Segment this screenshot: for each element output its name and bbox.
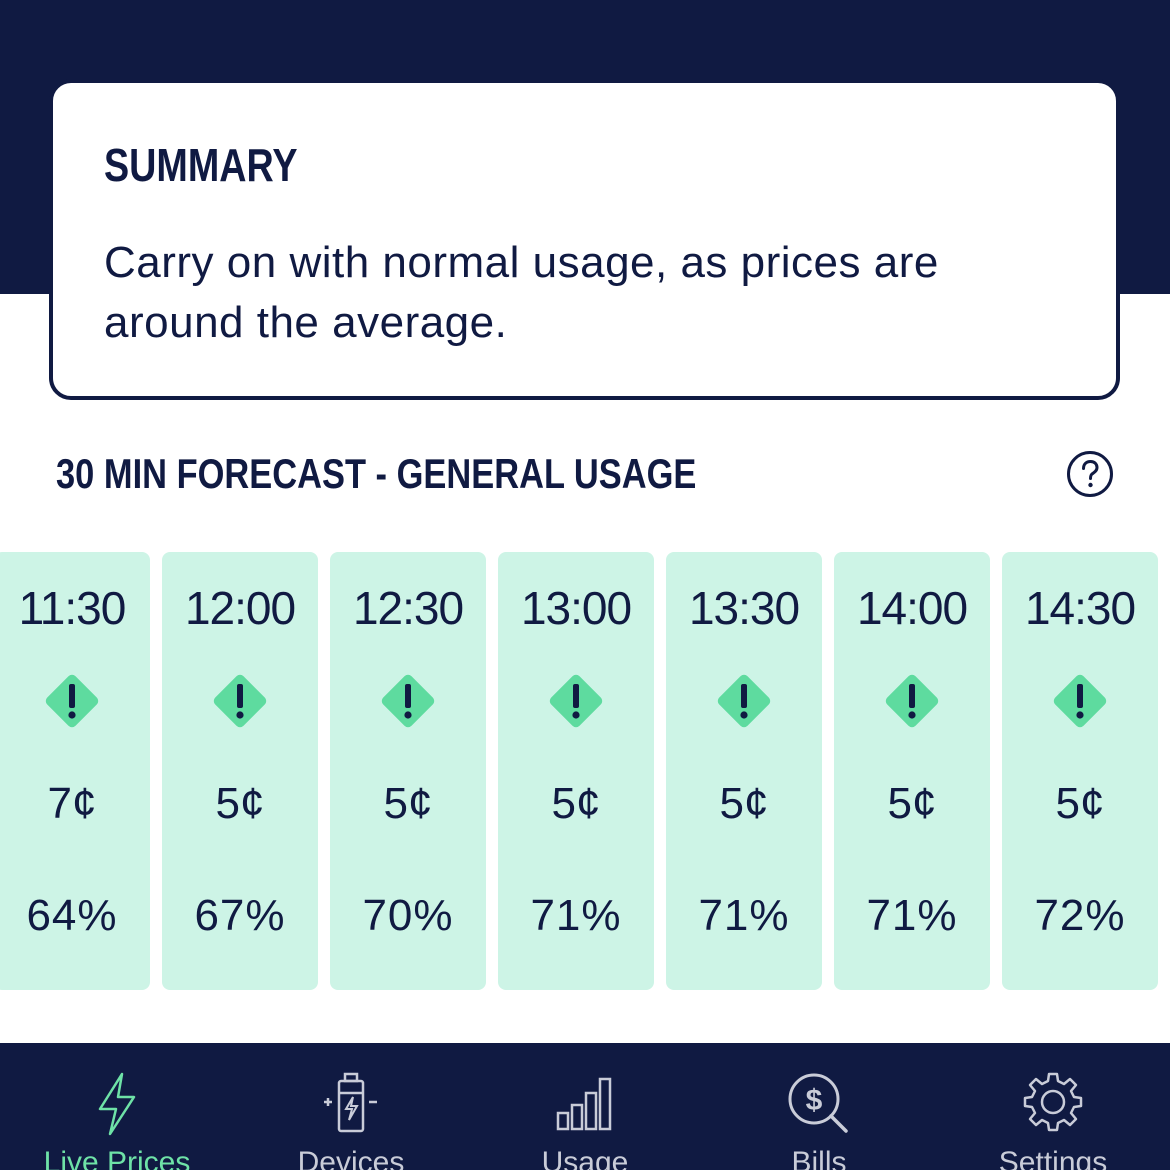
summary-text: Carry on with normal usage, as prices ar… <box>104 238 939 347</box>
forecast-heading: 30 MIN FORECAST - GENERAL USAGE <box>56 450 697 497</box>
tab-settings[interactable]: Settings <box>936 1043 1170 1170</box>
tab-live-prices[interactable]: Live Prices <box>0 1043 234 1170</box>
summary-title: SUMMARY <box>104 139 298 191</box>
gear-icon <box>1023 1072 1083 1132</box>
bar-chart-icon <box>556 1077 612 1131</box>
forecast-time: 12:00 <box>184 582 296 634</box>
tab-label: Settings <box>998 1146 1108 1170</box>
warning-diamond-icon <box>549 674 603 728</box>
forecast-price: 5¢ <box>887 779 937 828</box>
forecast-time: 13:00 <box>520 582 632 634</box>
forecast-price: 5¢ <box>719 779 769 828</box>
warning-diamond-icon <box>213 674 267 728</box>
tab-label: Devices <box>297 1146 405 1170</box>
forecast-card[interactable]: 13:00 5¢ 71% <box>498 552 654 990</box>
forecast-renewables: 71% <box>530 891 622 940</box>
forecast-card[interactable]: 14:30 5¢ 72% <box>1002 552 1158 990</box>
battery-icon <box>324 1072 377 1133</box>
forecast-price: 5¢ <box>551 779 601 828</box>
warning-diamond-icon <box>717 674 771 728</box>
warning-diamond-icon <box>381 674 435 728</box>
forecast-list[interactable]: 11:30 7¢ 64% 12:00 5¢ 67% 12:30 5¢ 70% 1… <box>0 552 1170 990</box>
forecast-renewables: 67% <box>194 891 286 940</box>
forecast-price: 7¢ <box>47 779 97 828</box>
forecast-time: 12:30 <box>352 582 464 634</box>
forecast-card[interactable]: 12:00 5¢ 67% <box>162 552 318 990</box>
dollar-search-icon: $ <box>788 1073 848 1133</box>
warning-diamond-icon <box>885 674 939 728</box>
tab-label: Usage <box>541 1146 629 1170</box>
live-prices-screen: SUMMARY Carry on with normal usage, as p… <box>0 0 1170 1170</box>
question-circle-icon[interactable] <box>1066 450 1114 498</box>
forecast-card[interactable]: 13:30 5¢ 71% <box>666 552 822 990</box>
summary-card: SUMMARY Carry on with normal usage, as p… <box>49 79 1120 400</box>
tab-bills[interactable]: $ Bills <box>702 1043 936 1170</box>
warning-diamond-icon <box>1053 674 1107 728</box>
forecast-price: 5¢ <box>1055 779 1105 828</box>
forecast-time: 14:30 <box>1024 582 1136 634</box>
forecast-time: 14:00 <box>856 582 968 634</box>
forecast-renewables: 64% <box>26 891 118 940</box>
forecast-time: 13:30 <box>688 582 800 634</box>
forecast-renewables: 70% <box>362 891 454 940</box>
forecast-card[interactable]: 14:00 5¢ 71% <box>834 552 990 990</box>
tab-label: Bills <box>791 1146 847 1170</box>
forecast-renewables: 72% <box>1034 891 1126 940</box>
forecast-card[interactable]: 11:30 7¢ 64% <box>0 552 150 990</box>
lightning-bolt-icon <box>98 1072 136 1136</box>
warning-diamond-icon <box>45 674 99 728</box>
forecast-time: 11:30 <box>18 582 127 634</box>
forecast-price: 5¢ <box>383 779 433 828</box>
tab-usage[interactable]: Usage <box>468 1043 702 1170</box>
forecast-renewables: 71% <box>698 891 790 940</box>
bottom-tab-bar: Live Prices Devices Usage $ Bills Settin… <box>0 1043 1170 1170</box>
forecast-price: 5¢ <box>215 779 265 828</box>
tab-devices[interactable]: Devices <box>234 1043 468 1170</box>
svg-text:$: $ <box>806 1084 823 1117</box>
tab-label: Live Prices <box>43 1146 191 1170</box>
forecast-renewables: 71% <box>866 891 958 940</box>
forecast-card[interactable]: 12:30 5¢ 70% <box>330 552 486 990</box>
